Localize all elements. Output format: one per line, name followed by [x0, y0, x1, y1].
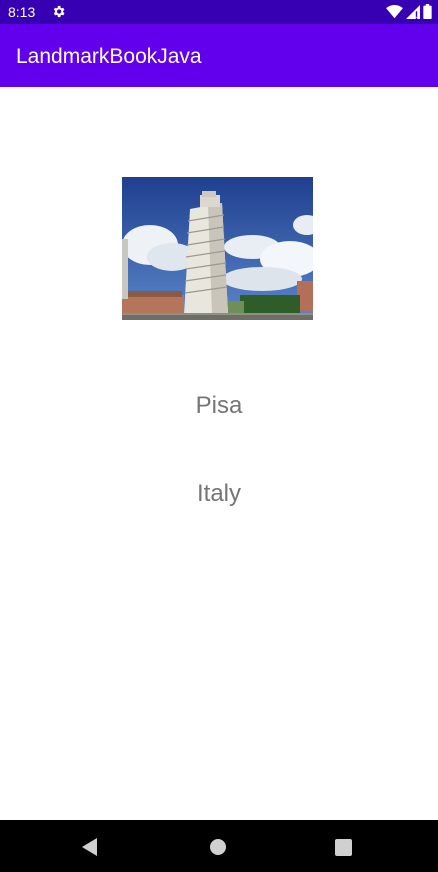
settings-icon: [51, 4, 66, 19]
recents-icon[interactable]: [332, 836, 354, 858]
app-bar: LandmarkBookJava: [0, 24, 438, 87]
landmark-name: Pisa: [195, 392, 243, 419]
back-icon[interactable]: [79, 836, 101, 858]
navigation-bar: [0, 820, 438, 872]
status-time: 8:13: [8, 4, 36, 20]
signal-icon: [406, 4, 420, 23]
status-bar: 8:13: [0, 0, 438, 24]
wifi-icon: [386, 4, 403, 23]
app-title: LandmarkBookJava: [16, 45, 202, 68]
landmark-image: [122, 177, 313, 320]
home-icon[interactable]: [207, 836, 229, 858]
landmark-detail: Pisa Italy: [0, 87, 438, 820]
landmark-country: Italy: [196, 480, 241, 507]
battery-icon: [423, 4, 432, 23]
